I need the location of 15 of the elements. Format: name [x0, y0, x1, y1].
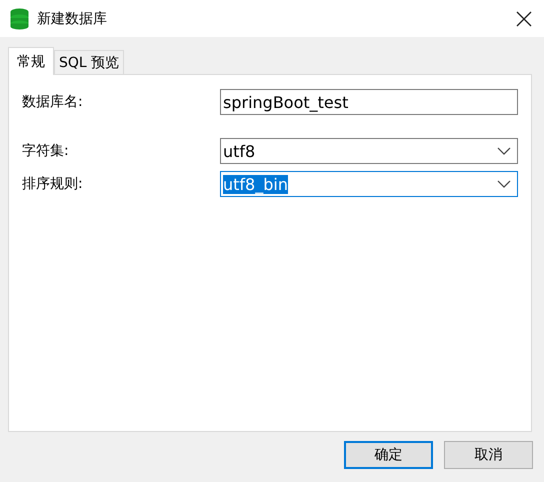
caret-icon [497, 180, 511, 188]
field-label: 字符集: [22, 142, 70, 160]
close-icon[interactable] [516, 10, 532, 26]
window-title: 新建数据库 [37, 10, 108, 28]
dropdown-field[interactable]: utf8 [220, 138, 518, 164]
dialog-button[interactable]: 取消 [444, 441, 533, 469]
field-label: 数据库名: [22, 93, 84, 111]
dialog-button[interactable]: 确定 [344, 441, 433, 469]
dropdown-field[interactable]: utf8_bin [220, 171, 518, 197]
field-label: 排序规则: [22, 175, 84, 193]
caret-icon [497, 147, 511, 155]
database-icon [10, 8, 29, 30]
tab[interactable]: 常规 [8, 47, 54, 75]
input-field[interactable]: springBoot_test [220, 89, 518, 115]
tab[interactable]: SQL 预览 [54, 50, 124, 74]
